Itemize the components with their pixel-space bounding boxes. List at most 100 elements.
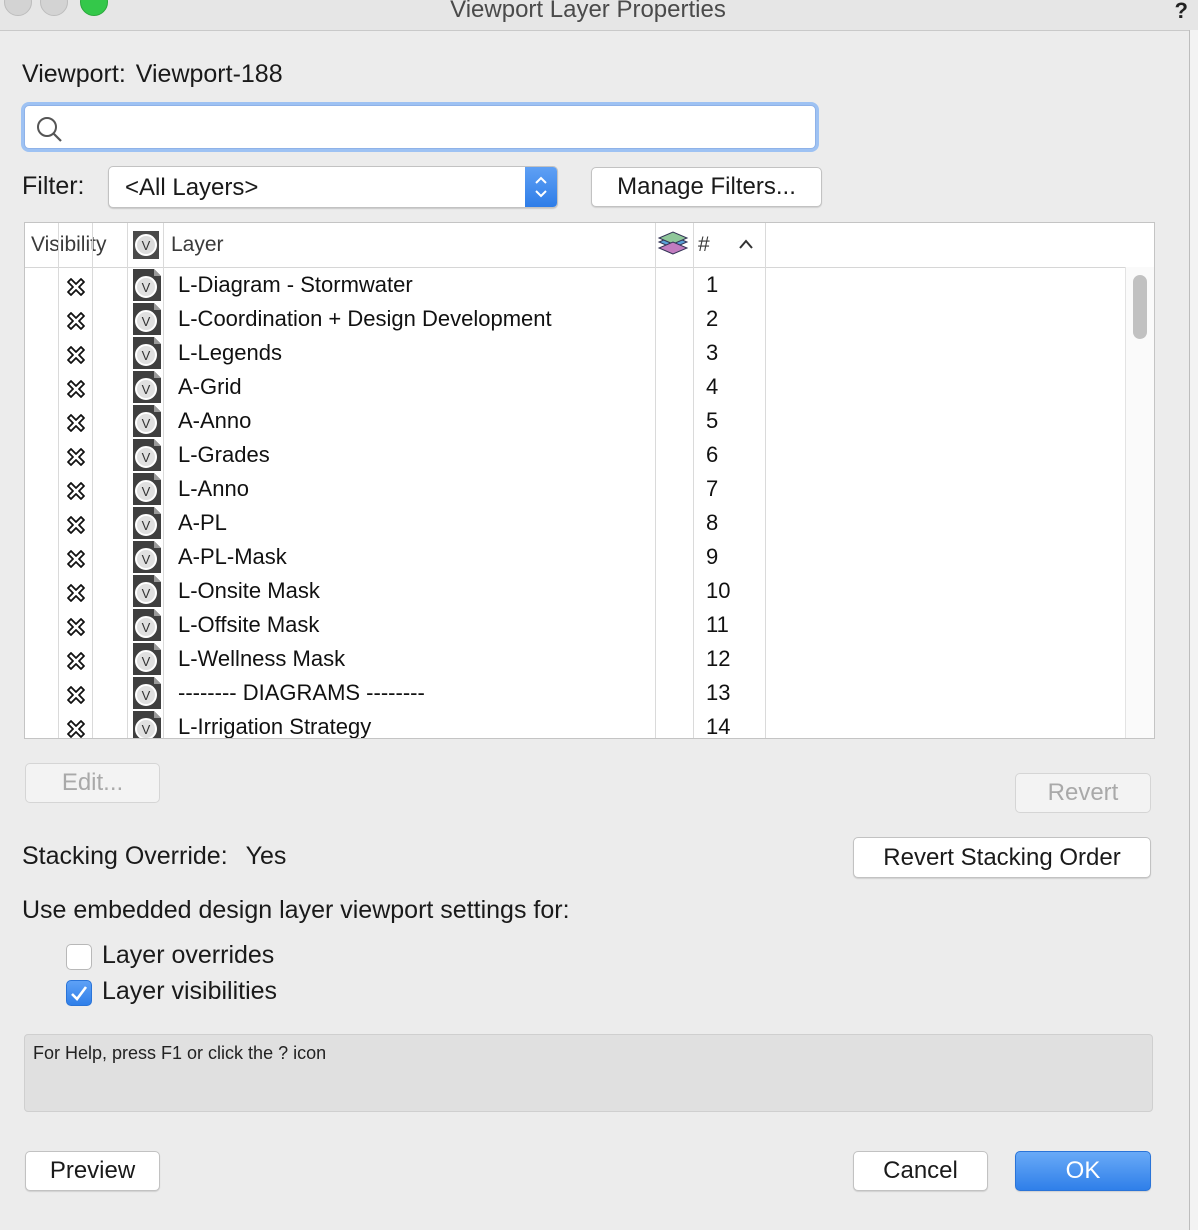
table-row[interactable]: V L-Legends 3	[25, 336, 1125, 370]
layer-name: L-Diagram - Stormwater	[178, 272, 413, 297]
layer-number: 3	[706, 340, 719, 365]
search-input[interactable]	[24, 105, 816, 149]
checkmark-icon	[71, 986, 88, 1001]
visibility-invisible-icon[interactable]	[64, 513, 88, 542]
revert-button[interactable]: Revert	[1015, 773, 1151, 813]
layer-number: 11	[706, 612, 729, 637]
svg-text:V: V	[142, 314, 151, 329]
layer-number: 13	[706, 680, 731, 705]
table-row[interactable]: V A-PL-Mask 9	[25, 540, 1125, 574]
svg-text:V: V	[142, 620, 151, 635]
visibility-invisible-icon[interactable]	[64, 479, 88, 508]
layer-name: A-Anno	[178, 408, 252, 433]
visibility-invisible-icon[interactable]	[64, 377, 88, 406]
layer-name: -------- DIAGRAMS --------	[178, 680, 425, 705]
visibility-invisible-icon[interactable]	[64, 717, 88, 738]
layer-name: A-PL-Mask	[178, 544, 287, 569]
layer-name: L-Legends	[178, 340, 282, 365]
select-arrows-icon	[525, 167, 557, 207]
layer-overrides-label[interactable]: Layer overrides	[102, 941, 274, 970]
svg-text:V: V	[142, 238, 151, 253]
layer-visibilities-checkbox[interactable]	[66, 980, 92, 1006]
visibility-invisible-icon[interactable]	[64, 581, 88, 610]
layer-overrides-checkbox[interactable]	[66, 944, 92, 970]
edit-button[interactable]: Edit...	[25, 763, 160, 803]
svg-text:V: V	[142, 348, 151, 363]
svg-text:V: V	[142, 484, 151, 499]
table-row[interactable]: V -------- DIAGRAMS -------- 13	[25, 676, 1125, 710]
table-row[interactable]: V A-Grid 4	[25, 370, 1125, 404]
visibility-invisible-icon[interactable]	[64, 547, 88, 576]
number-header[interactable]: #	[698, 233, 710, 257]
embedded-settings-label: Use embedded design layer viewport setti…	[22, 896, 570, 924]
svg-text:V: V	[142, 518, 151, 533]
svg-text:V: V	[142, 416, 151, 431]
layer-number: 2	[706, 306, 719, 331]
table-header: Visibility V Layer #	[25, 223, 1154, 268]
layer-number: 5	[706, 408, 719, 433]
visibility-invisible-icon[interactable]	[64, 649, 88, 678]
visibility-invisible-icon[interactable]	[64, 275, 88, 304]
ok-button[interactable]: OK	[1015, 1151, 1151, 1191]
preview-button[interactable]: Preview	[25, 1151, 160, 1191]
title-bar: Viewport Layer Properties ?	[0, 0, 1198, 31]
table-row[interactable]: V L-Onsite Mask 10	[25, 574, 1125, 608]
layer-name: A-PL	[178, 510, 227, 535]
vertical-scrollbar[interactable]	[1125, 267, 1154, 738]
table-row[interactable]: V A-PL 8	[25, 506, 1125, 540]
table-row[interactable]: V L-Grades 6	[25, 438, 1125, 472]
layer-name: L-Anno	[178, 476, 249, 501]
table-row[interactable]: V L-Offsite Mask 11	[25, 608, 1125, 642]
cancel-button[interactable]: Cancel	[853, 1151, 988, 1191]
sort-ascending-icon[interactable]	[737, 237, 755, 256]
svg-text:V: V	[142, 688, 151, 703]
svg-text:V: V	[142, 654, 151, 669]
table-row[interactable]: V L-Irrigation Strategy 14	[25, 710, 1125, 739]
filter-select[interactable]: <All Layers>	[108, 166, 558, 208]
layer-number: 12	[706, 646, 731, 671]
visibility-invisible-icon[interactable]	[64, 683, 88, 712]
visibility-invisible-icon[interactable]	[64, 411, 88, 440]
layer-name: L-Offsite Mask	[178, 612, 320, 637]
visibility-invisible-icon[interactable]	[64, 445, 88, 474]
layer-number: 4	[706, 374, 719, 399]
filter-selected-value: <All Layers>	[125, 174, 259, 201]
design-layer-icon: V	[132, 710, 162, 738]
layer-name: L-Wellness Mask	[178, 646, 346, 671]
revert-stacking-order-button[interactable]: Revert Stacking Order	[853, 837, 1151, 878]
layer-number: 9	[706, 544, 719, 569]
layer-name: A-Grid	[178, 374, 242, 399]
layer-number: 10	[706, 578, 731, 603]
scrollbar-thumb[interactable]	[1133, 275, 1147, 339]
layer-number: 14	[706, 714, 731, 739]
help-text: For Help, press F1 or click the ? icon	[33, 1043, 327, 1063]
layer-number: 1	[706, 272, 719, 297]
table-row[interactable]: V L-Diagram - Stormwater 1	[25, 268, 1125, 302]
stacking-override-label: Stacking Override:	[22, 842, 228, 870]
table-row[interactable]: V L-Wellness Mask 12	[25, 642, 1125, 676]
window-title: Viewport Layer Properties	[450, 0, 726, 23]
table-row[interactable]: V L-Anno 7	[25, 472, 1125, 506]
visibility-invisible-icon[interactable]	[64, 343, 88, 372]
table-row[interactable]: V A-Anno 5	[25, 404, 1125, 438]
viewport-name: Viewport-188	[135, 60, 283, 88]
help-icon[interactable]: ?	[1175, 0, 1188, 24]
svg-text:V: V	[142, 722, 151, 737]
layer-header[interactable]: Layer	[171, 233, 224, 257]
table-row[interactable]: V L-Coordination + Design Development 2	[25, 302, 1125, 336]
layer-name: L-Onsite Mask	[178, 578, 320, 603]
visibility-invisible-icon[interactable]	[64, 615, 88, 644]
visibility-invisible-icon[interactable]	[64, 309, 88, 338]
layer-name: L-Grades	[178, 442, 270, 467]
manage-filters-button[interactable]: Manage Filters...	[591, 167, 822, 207]
viewport-label-row: Viewport: Viewport-188	[22, 60, 283, 89]
svg-text:V: V	[142, 280, 151, 295]
vectorworks-header-icon: V	[132, 230, 160, 265]
search-icon	[37, 117, 62, 142]
svg-text:V: V	[142, 382, 151, 397]
visibility-header[interactable]: Visibility	[31, 233, 106, 257]
layer-visibilities-label[interactable]: Layer visibilities	[102, 977, 277, 1006]
stacking-override-value: Yes	[245, 842, 287, 870]
svg-text:V: V	[142, 450, 151, 465]
layer-number: 8	[706, 510, 719, 535]
